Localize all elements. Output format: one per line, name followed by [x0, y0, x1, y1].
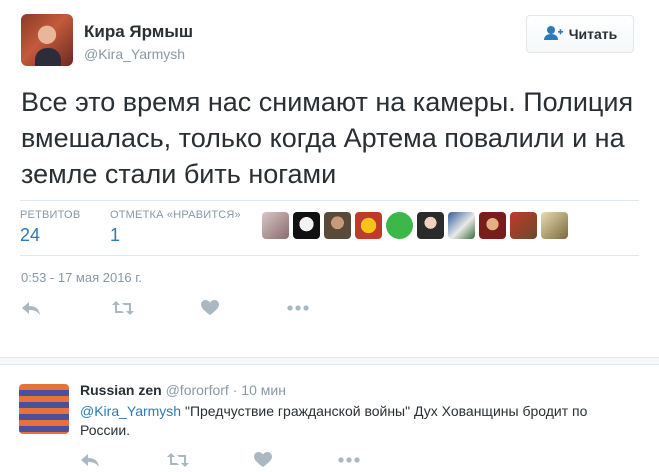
retweeter-avatars — [262, 212, 568, 239]
reply-author-handle[interactable]: @fororforf — [166, 382, 229, 398]
retweeter-avatar[interactable] — [293, 212, 320, 239]
author-name[interactable]: Кира Ярмыш — [84, 22, 193, 42]
reply-icon[interactable] — [80, 452, 100, 468]
reply-text: @Kira_Yarmysh "Предчуствие гражданской в… — [80, 402, 640, 440]
reply-mention-link[interactable]: @Kira_Yarmysh — [80, 403, 181, 419]
retweeter-avatar[interactable] — [324, 212, 351, 239]
tweet-text: Все это время нас снимают на камеры. Пол… — [21, 87, 634, 189]
reply-tweet[interactable]: Russian zen @fororforf · 10 мин @Kira_Ya… — [0, 365, 659, 472]
retweets-count: 24 — [20, 225, 41, 245]
retweeter-avatar[interactable] — [448, 212, 475, 239]
reply-time[interactable]: 10 мин — [241, 382, 286, 398]
retweeter-avatar[interactable] — [479, 212, 506, 239]
tweet-timestamp[interactable]: 0:53 - 17 мая 2016 г. — [21, 270, 142, 285]
main-tweet: Кира Ярмыш @Kira_Yarmysh Читать Все это … — [0, 0, 659, 357]
retweet-icon[interactable] — [111, 300, 135, 316]
author-avatar[interactable] — [21, 14, 73, 66]
section-divider — [0, 357, 659, 365]
follow-person-icon — [543, 25, 563, 44]
retweet-icon[interactable] — [166, 452, 190, 468]
reply-author-name[interactable]: Russian zen — [80, 382, 162, 398]
reply-actions — [80, 452, 360, 468]
retweeter-avatar[interactable] — [355, 212, 382, 239]
reply-separator: · — [232, 382, 238, 398]
retweeter-avatar[interactable] — [386, 212, 413, 239]
tweet-actions — [21, 300, 309, 316]
retweets-stat[interactable]: РЕТВИТОВ 24 — [20, 209, 80, 246]
likes-stat[interactable]: ОТМЕТКА «НРАВИТСЯ» 1 — [110, 209, 241, 246]
author-handle[interactable]: @Kira_Yarmysh — [84, 46, 185, 62]
follow-button-label: Читать — [568, 26, 618, 42]
reply-header: Russian zen @fororforf · 10 мин — [80, 382, 286, 398]
heart-icon[interactable] — [201, 300, 219, 316]
likes-count: 1 — [110, 225, 121, 245]
retweeter-avatar[interactable] — [510, 212, 537, 239]
more-icon[interactable] — [287, 305, 309, 311]
heart-icon[interactable] — [254, 452, 272, 468]
tweet-stats: РЕТВИТОВ 24 ОТМЕТКА «НРАВИТСЯ» 1 — [20, 200, 639, 256]
retweeter-avatar[interactable] — [417, 212, 444, 239]
likes-label: ОТМЕТКА «НРАВИТСЯ» — [110, 209, 241, 221]
retweeter-avatar[interactable] — [541, 212, 568, 239]
retweets-label: РЕТВИТОВ — [20, 209, 81, 221]
reply-icon[interactable] — [21, 300, 41, 316]
follow-button[interactable]: Читать — [526, 15, 634, 53]
more-icon[interactable] — [338, 457, 360, 463]
retweeter-avatar[interactable] — [262, 212, 289, 239]
reply-author-avatar[interactable] — [19, 384, 69, 434]
